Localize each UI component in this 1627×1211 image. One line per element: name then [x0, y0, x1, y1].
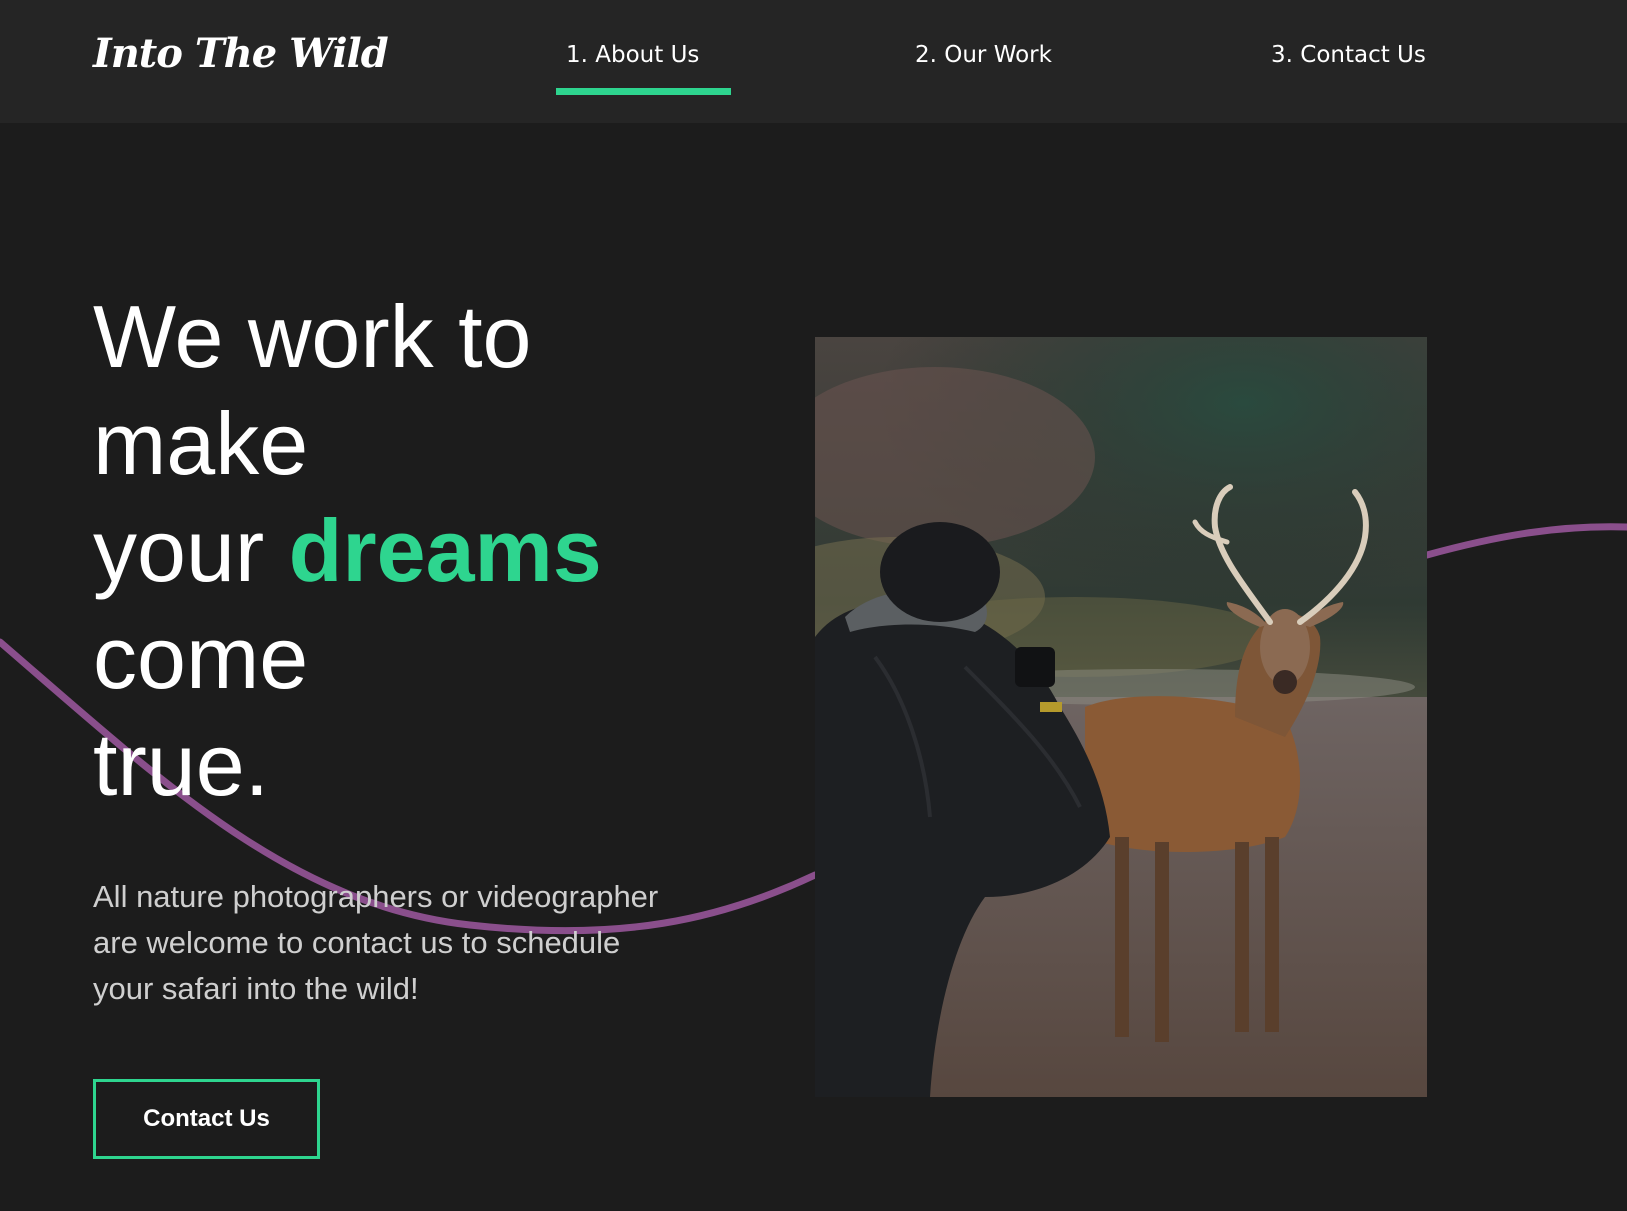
site-header: Into The Wild 1. About Us 2. Our Work 3.… [0, 0, 1627, 123]
hero-photo [815, 337, 1427, 1097]
subtext-line-3: your safari into the wild! [93, 971, 419, 1006]
subtext-line-1: All nature photographers or videographer [93, 879, 659, 914]
headline-your: your [93, 501, 289, 600]
headline-line-2: make [93, 394, 309, 493]
headline-line-3: your dreams [93, 497, 713, 604]
nav-active-indicator [556, 88, 731, 95]
contact-us-button[interactable]: Contact Us [93, 1079, 320, 1159]
hero-headline: We work to make your dreams come true. [93, 283, 713, 818]
hero-subtext: All nature photographers or videographer… [93, 874, 733, 1012]
nav-about-us[interactable]: 1. About Us [566, 42, 699, 68]
subtext-line-2: are welcome to contact us to schedule [93, 925, 621, 960]
photographer-with-deer-photo-icon [815, 337, 1427, 1097]
nav-our-work[interactable]: 2. Our Work [915, 42, 1052, 68]
headline-line-1: We work to [93, 287, 532, 386]
nav-contact-us[interactable]: 3. Contact Us [1271, 42, 1426, 68]
headline-line-4: come [93, 608, 309, 707]
headline-accent-dreams: dreams [288, 501, 602, 600]
site-logo[interactable]: Into The Wild [93, 30, 389, 77]
headline-line-5: true. [93, 715, 270, 814]
